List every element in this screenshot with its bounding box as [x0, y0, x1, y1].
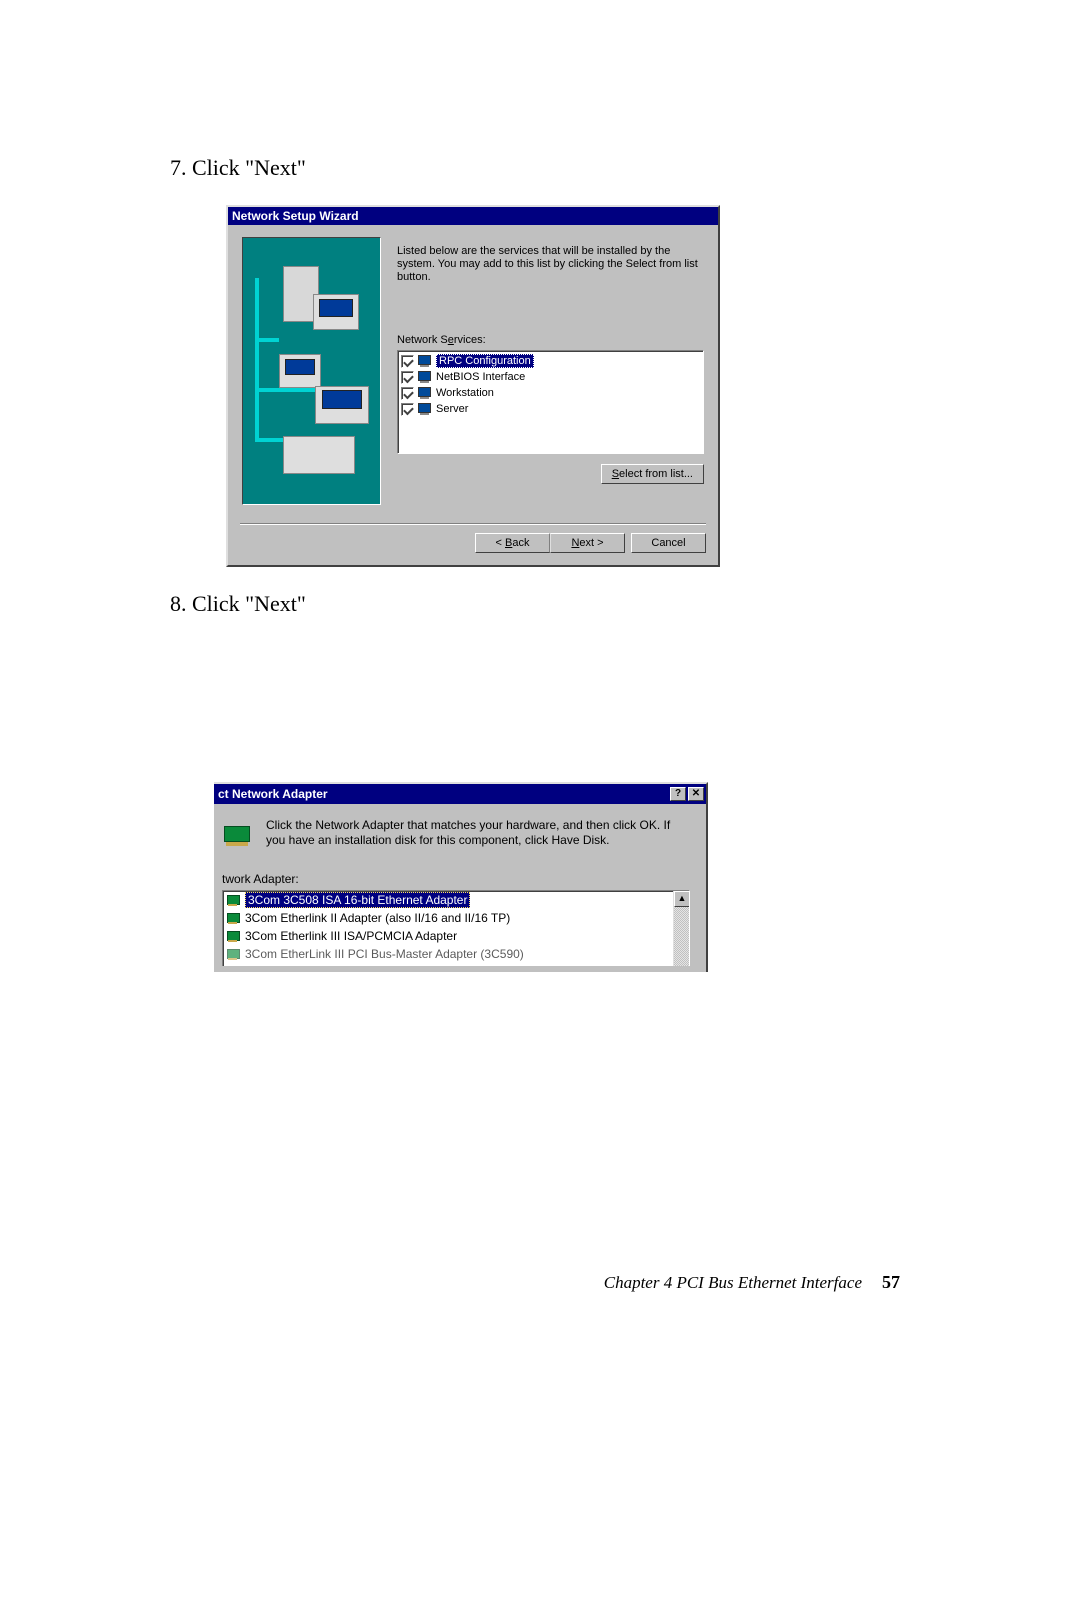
separator [240, 523, 706, 525]
next-button[interactable]: Next > [550, 533, 625, 553]
select-from-list-button[interactable]: Select from list... [601, 464, 704, 484]
scroll-up-button[interactable]: ▲ [674, 891, 690, 907]
scrollbar[interactable]: ▲ [673, 891, 689, 966]
close-button[interactable]: ✕ [688, 787, 704, 801]
dialog1-title: Network Setup Wizard [232, 209, 359, 223]
network-adapter-label: twork Adapter: [222, 872, 690, 886]
dialog2-title: ct Network Adapter [218, 787, 328, 801]
scrollbar-track[interactable] [674, 907, 689, 966]
checkbox-icon[interactable] [401, 371, 414, 384]
network-card-icon [222, 820, 254, 852]
monitor-icon [279, 354, 321, 388]
dialog1-intro: Listed below are the services that will … [397, 245, 704, 284]
list-item[interactable]: RPC Configuration [400, 353, 701, 369]
adapter-icon [225, 946, 241, 962]
adapter-icon [225, 910, 241, 926]
list-item[interactable]: Workstation [400, 385, 701, 401]
footer-chapter: Chapter 4 PCI Bus Ethernet Interface [604, 1273, 862, 1293]
list-item[interactable]: 3Com Etherlink III ISA/PCMCIA Adapter [223, 927, 689, 945]
list-item-label: 3Com Etherlink II Adapter (also II/16 an… [245, 911, 510, 925]
list-item-label: RPC Configuration [436, 354, 534, 368]
dialog1-titlebar: Network Setup Wizard [228, 207, 718, 225]
list-item[interactable]: NetBIOS Interface [400, 369, 701, 385]
list-item-label: 3Com EtherLink III PCI Bus-Master Adapte… [245, 947, 524, 961]
service-icon [417, 401, 433, 417]
network-services-label: Network Services: [397, 334, 704, 346]
service-icon [417, 369, 433, 385]
checkbox-icon[interactable] [401, 355, 414, 368]
help-button[interactable]: ? [670, 787, 686, 801]
network-services-listbox[interactable]: RPC Configuration NetBIOS Interface Work… [397, 350, 704, 454]
service-icon [417, 353, 433, 369]
step-8-text: 8. Click "Next" [170, 591, 910, 617]
footer-page-number: 57 [882, 1272, 900, 1293]
checkbox-icon[interactable] [401, 387, 414, 400]
list-item[interactable]: 3Com Etherlink II Adapter (also II/16 an… [223, 909, 689, 927]
select-network-adapter-dialog: ct Network Adapter ? ✕ Click the Network… [214, 782, 708, 972]
back-button[interactable]: < Back [475, 533, 550, 553]
laptop-icon [315, 386, 369, 424]
list-item-label: Server [436, 403, 468, 415]
page-footer: Chapter 4 PCI Bus Ethernet Interface 57 [604, 1272, 900, 1293]
adapter-icon [225, 892, 241, 908]
list-item[interactable]: Server [400, 401, 701, 417]
service-icon [417, 385, 433, 401]
wizard-graphic [242, 237, 381, 505]
step-7-text: 7. Click "Next" [170, 155, 910, 181]
checkbox-icon[interactable] [401, 403, 414, 416]
list-item-label: 3Com 3C508 ISA 16-bit Ethernet Adapter [245, 892, 470, 908]
dialog2-intro: Click the Network Adapter that matches y… [266, 818, 690, 848]
cancel-button[interactable]: Cancel [631, 533, 706, 553]
adapter-icon [225, 928, 241, 944]
list-item-label: Workstation [436, 387, 494, 399]
list-item[interactable]: 3Com EtherLink III PCI Bus-Master Adapte… [223, 945, 689, 963]
list-item[interactable]: 3Com 3C508 ISA 16-bit Ethernet Adapter [223, 891, 689, 909]
printer-icon [283, 436, 355, 474]
list-item-label: 3Com Etherlink III ISA/PCMCIA Adapter [245, 929, 457, 943]
monitor-icon [313, 294, 359, 330]
dialog2-titlebar: ct Network Adapter ? ✕ [214, 784, 706, 804]
network-setup-wizard-dialog: Network Setup Wizard Listed below are th… [226, 205, 720, 567]
network-adapter-listbox[interactable]: 3Com 3C508 ISA 16-bit Ethernet Adapter 3… [222, 890, 690, 966]
list-item-label: NetBIOS Interface [436, 371, 525, 383]
